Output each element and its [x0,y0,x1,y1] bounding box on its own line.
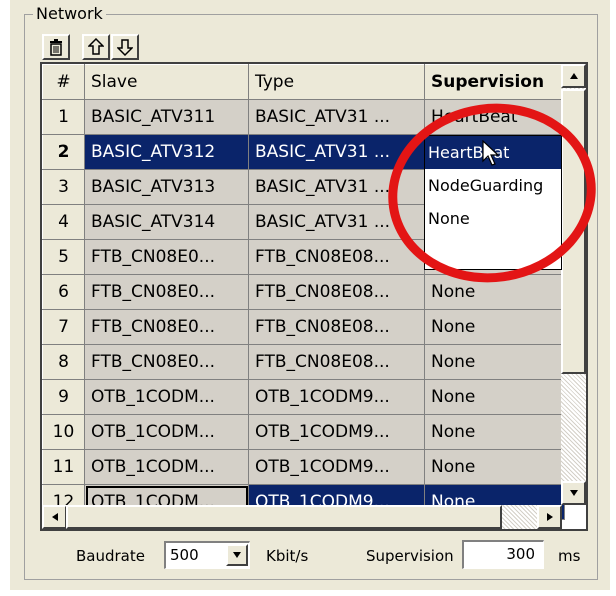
table-row[interactable]: 9 OTB_1CODM... OTB_1CODM9... None [42,379,565,415]
slave-cell[interactable]: BASIC_ATV312 [84,134,249,170]
move-down-button[interactable] [111,34,139,60]
row-number: 8 [42,344,85,380]
arrow-down-icon [117,39,133,56]
row-number: 10 [42,414,85,450]
slave-cell[interactable]: FTB_CN08E0... [84,344,249,380]
baudrate-unit: Kbit/s [266,547,309,565]
supervision-time-input[interactable]: 300 [462,540,544,569]
slave-cell[interactable]: BASIC_ATV314 [84,204,249,240]
slave-cell[interactable]: OTB_1CODM... [84,379,249,415]
row-number: 1 [42,99,85,135]
row-number: 7 [42,309,85,345]
delete-button[interactable] [42,34,70,60]
supervision-label: Supervision [366,547,454,565]
baudrate-label: Baudrate [76,547,145,565]
type-cell[interactable]: OTB_1CODM9... [248,449,425,485]
row-number: 5 [42,239,85,275]
trash-icon [50,39,62,56]
header-row: # Slave Type Supervision [42,64,565,100]
network-group-title: Network [33,4,106,23]
supervision-cell[interactable]: None [424,379,565,415]
scroll-left-button[interactable] [42,505,67,529]
type-cell[interactable]: FTB_CN08E08... [248,344,425,380]
arrow-up-icon [88,38,104,55]
table-row[interactable]: 10 OTB_1CODM... OTB_1CODM9... None [42,414,565,450]
row-number: 2 [42,134,85,170]
table-row[interactable]: 7 FTB_CN08E0... FTB_CN08E08... None [42,309,565,345]
type-cell[interactable]: OTB_1CODM9... [248,414,425,450]
slave-cell[interactable]: FTB_CN08E0... [84,274,249,310]
table-row[interactable]: 11 OTB_1CODM... OTB_1CODM9... None [42,449,565,485]
supervision-cell[interactable]: None [424,414,565,450]
row-number: 4 [42,204,85,240]
type-cell[interactable]: FTB_CN08E08... [248,239,425,275]
baudrate-dropdown-button[interactable] [226,544,248,566]
triangle-down-icon [569,490,578,496]
horizontal-scroll-thumb[interactable] [66,505,502,529]
column-header-num[interactable]: # [42,64,85,100]
slave-cell[interactable]: FTB_CN08E0... [84,309,249,345]
column-header-type[interactable]: Type [248,64,425,100]
table-row[interactable]: 8 FTB_CN08E0... FTB_CN08E08... None [42,344,565,380]
scroll-up-button[interactable] [561,64,586,88]
slave-cell[interactable]: OTB_1CODM... [84,449,249,485]
baudrate-select[interactable]: 500 [164,541,250,569]
type-cell[interactable]: FTB_CN08E08... [248,309,425,345]
type-cell[interactable]: FTB_CN08E08... [248,274,425,310]
column-header-supervision[interactable]: Supervision [424,64,565,100]
row-number: 3 [42,169,85,205]
row-number: 11 [42,449,85,485]
baudrate-value: 500 [170,546,199,564]
supervision-unit: ms [558,547,581,565]
triangle-right-icon [546,513,553,521]
row-number: 9 [42,379,85,415]
supervision-cell[interactable]: None [424,309,565,345]
supervision-cell[interactable]: None [424,449,565,485]
slave-cell[interactable]: BASIC_ATV313 [84,169,249,205]
scroll-right-button[interactable] [537,505,562,529]
supervision-cell[interactable]: None [424,344,565,380]
triangle-up-icon [569,73,578,79]
type-cell[interactable]: OTB_1CODM9... [248,379,425,415]
type-cell[interactable]: BASIC_ATV31 ... [248,99,425,135]
scroll-down-button[interactable] [561,481,586,505]
column-header-slave[interactable]: Slave [84,64,249,100]
chevron-down-icon [233,552,241,558]
row-number: 6 [42,274,85,310]
slave-cell[interactable]: BASIC_ATV311 [84,99,249,135]
slave-cell[interactable]: FTB_CN08E0... [84,239,249,275]
slave-cell[interactable]: OTB_1CODM... [84,414,249,450]
triangle-left-icon [51,513,58,521]
move-up-button[interactable] [82,34,110,60]
